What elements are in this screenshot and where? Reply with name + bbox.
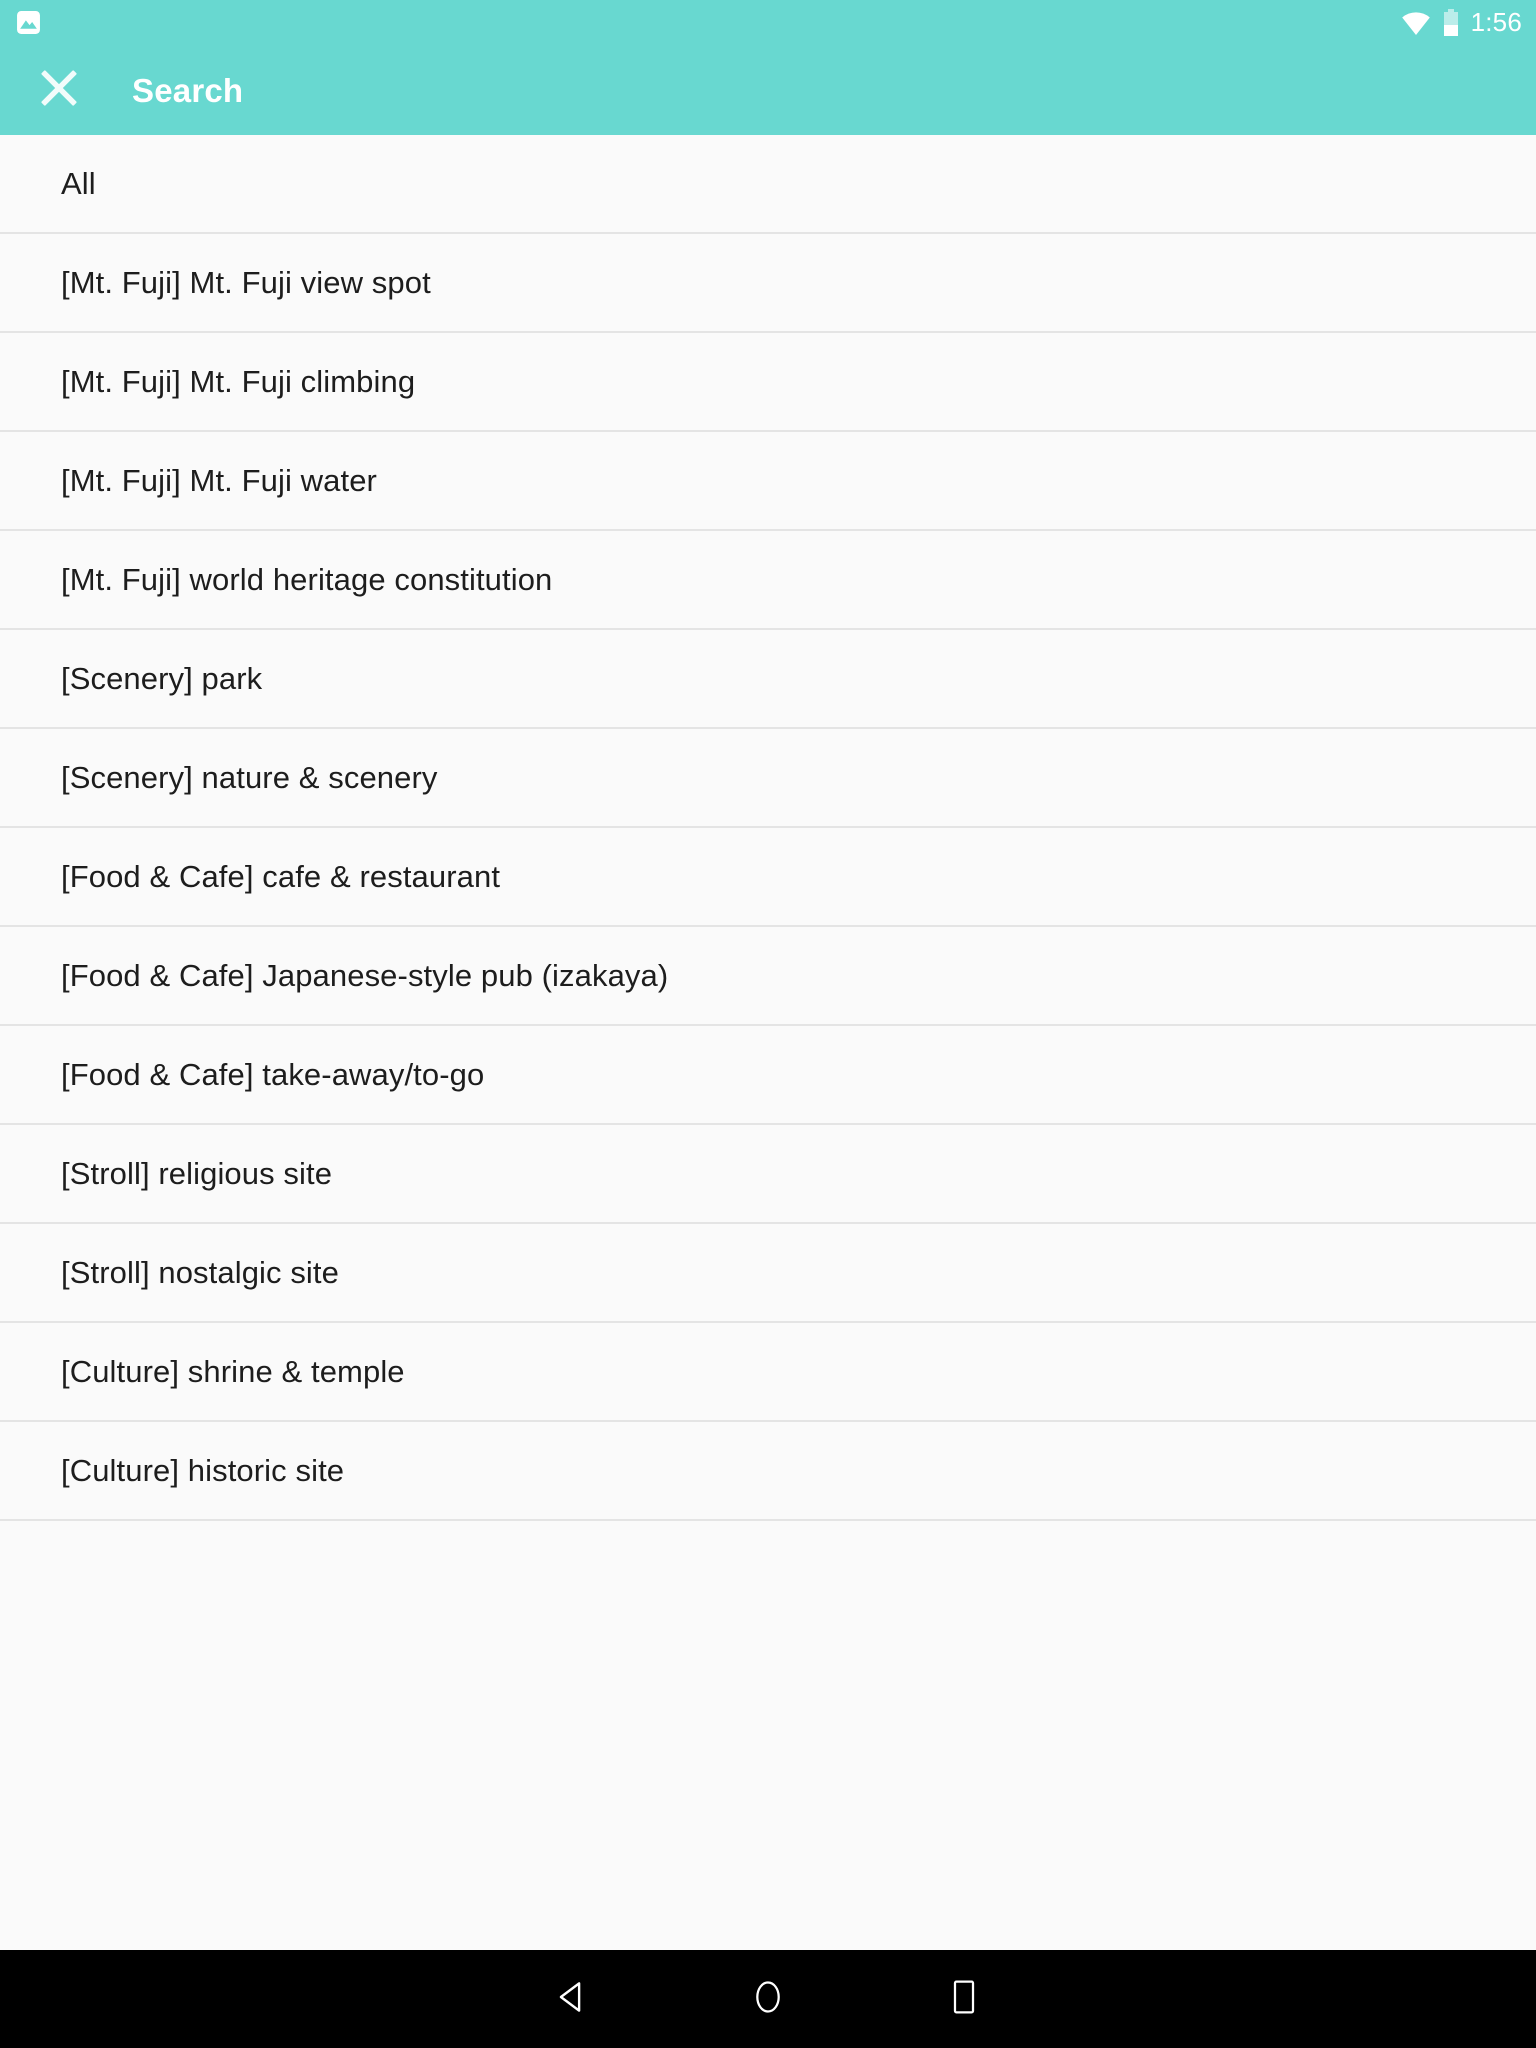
- list-item-label: [Food & Cafe] cafe & restaurant: [61, 858, 501, 894]
- list-item[interactable]: [Mt. Fuji] Mt. Fuji water: [0, 432, 1536, 531]
- list-item-label: [Scenery] park: [61, 660, 263, 696]
- list-item[interactable]: [Culture] shrine & temple: [0, 1323, 1536, 1422]
- battery-icon: [1443, 8, 1459, 37]
- recents-square-icon: [949, 1978, 979, 2021]
- list-item[interactable]: [Food & Cafe] Japanese-style pub (izakay…: [0, 927, 1536, 1026]
- status-bar-right: 1:56: [1401, 7, 1522, 37]
- close-button[interactable]: [30, 61, 88, 119]
- list-item-label: [Stroll] nostalgic site: [61, 1254, 339, 1290]
- status-bar-left: [16, 10, 41, 35]
- list-item-label: [Mt. Fuji] Mt. Fuji view spot: [61, 264, 431, 300]
- wifi-icon: [1401, 10, 1431, 36]
- list-item-label: [Mt. Fuji] Mt. Fuji climbing: [61, 363, 416, 399]
- list-item[interactable]: [Mt. Fuji] Mt. Fuji view spot: [0, 234, 1536, 333]
- close-icon: [34, 63, 84, 118]
- list-item-label: [Scenery] nature & scenery: [61, 759, 438, 795]
- back-triangle-icon: [553, 1978, 591, 2021]
- list-item[interactable]: [Mt. Fuji] world heritage constitution: [0, 531, 1536, 630]
- app-screen: 1:56 Search All [Mt. Fuji] Mt. Fuji view…: [0, 0, 1536, 2048]
- list-item-label: [Stroll] religious site: [61, 1155, 333, 1191]
- list-item[interactable]: [Culture] historic site: [0, 1422, 1536, 1521]
- list-item[interactable]: [Food & Cafe] take-away/to-go: [0, 1026, 1536, 1125]
- list-item-label: [Mt. Fuji] world heritage constitution: [61, 561, 553, 597]
- list-item-label: [Food & Cafe] Japanese-style pub (izakay…: [61, 957, 669, 993]
- category-list[interactable]: All [Mt. Fuji] Mt. Fuji view spot [Mt. F…: [0, 135, 1536, 1950]
- list-item[interactable]: [Stroll] religious site: [0, 1125, 1536, 1224]
- list-item[interactable]: [Stroll] nostalgic site: [0, 1224, 1536, 1323]
- status-bar-clock: 1:56: [1470, 7, 1522, 37]
- list-item[interactable]: [Scenery] nature & scenery: [0, 729, 1536, 828]
- recents-button[interactable]: [866, 1950, 1062, 2048]
- app-bar: Search: [0, 45, 1536, 135]
- page-title: Search: [132, 71, 244, 109]
- list-item-label: [Culture] historic site: [61, 1452, 345, 1488]
- back-button[interactable]: [474, 1950, 670, 2048]
- list-item[interactable]: [Food & Cafe] cafe & restaurant: [0, 828, 1536, 927]
- list-item-label: [Culture] shrine & temple: [61, 1353, 405, 1389]
- system-navigation-bar: [0, 1950, 1536, 2048]
- home-button[interactable]: [670, 1950, 866, 2048]
- list-item-label: All: [61, 165, 96, 201]
- image-icon: [16, 10, 41, 35]
- list-item[interactable]: All: [0, 135, 1536, 234]
- list-item[interactable]: [Scenery] park: [0, 630, 1536, 729]
- list-item-label: [Mt. Fuji] Mt. Fuji water: [61, 462, 377, 498]
- home-circle-icon: [751, 1978, 785, 2021]
- status-bar: 1:56: [0, 0, 1536, 45]
- list-item-label: [Food & Cafe] take-away/to-go: [61, 1056, 485, 1092]
- list-item[interactable]: [Mt. Fuji] Mt. Fuji climbing: [0, 333, 1536, 432]
